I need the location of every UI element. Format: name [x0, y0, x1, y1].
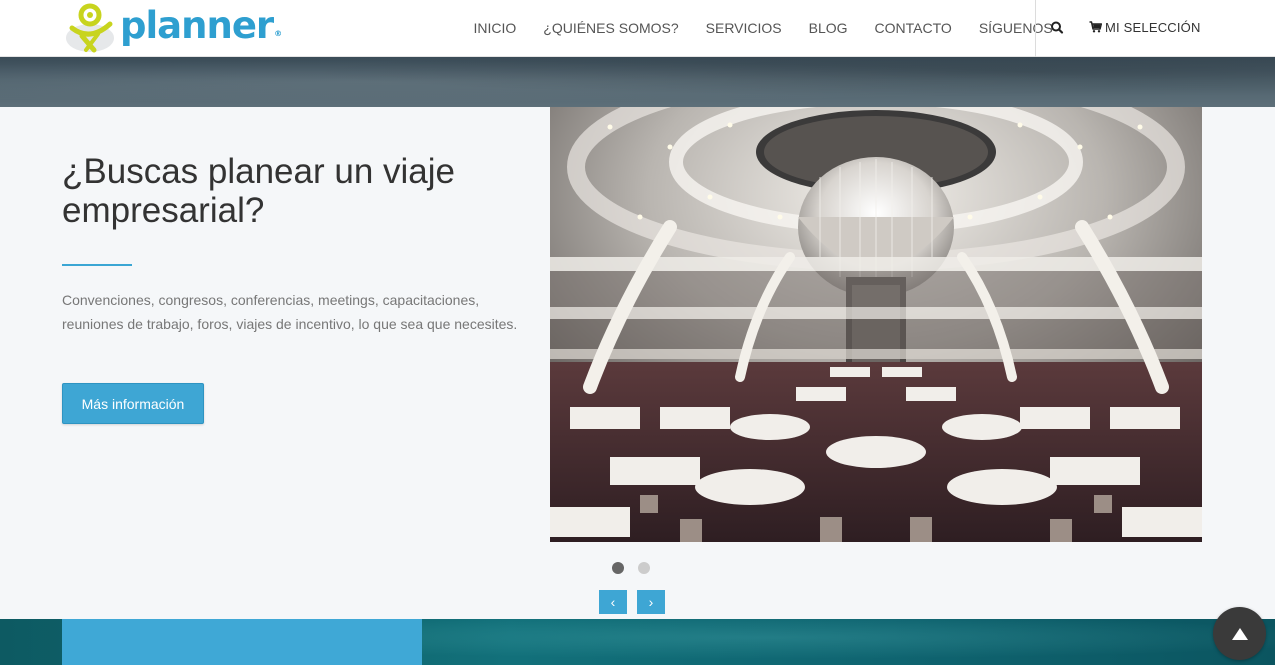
- my-selection-button[interactable]: MI SELECCIÓN: [1089, 17, 1201, 37]
- blue-content-box: [62, 619, 422, 665]
- carousel-slide-image: [550, 107, 1202, 542]
- logo-wordmark: planner®: [120, 4, 282, 47]
- search-button[interactable]: [1046, 17, 1068, 39]
- nav-item-servicios[interactable]: SERVICIOS: [706, 20, 782, 36]
- cart-icon: [1089, 21, 1102, 33]
- hero-description: Convenciones, congresos, conferencias, m…: [62, 292, 518, 332]
- my-selection-label: MI SELECCIÓN: [1105, 19, 1201, 35]
- dining-hall-image: [550, 107, 1202, 542]
- nav-item-quienes-somos[interactable]: ¿QUIÉNES SOMOS?: [543, 20, 678, 36]
- carousel-dot-1[interactable]: [612, 562, 624, 574]
- hero-divider: [62, 264, 132, 266]
- carousel-prev-button[interactable]: ‹: [599, 590, 627, 614]
- hero-title: ¿Buscas planear un viaje empresarial?: [62, 152, 455, 230]
- back-to-top-button[interactable]: [1213, 607, 1266, 660]
- search-icon: [1051, 21, 1064, 34]
- more-info-button[interactable]: Más información: [62, 383, 204, 424]
- nav-item-blog[interactable]: BLOG: [809, 20, 848, 36]
- carousel-dot-2[interactable]: [638, 562, 650, 574]
- carousel-next-button[interactable]: ›: [637, 590, 665, 614]
- site-header: planner® INICIO ¿QUIÉNES SOMOS? SERVICIO…: [0, 0, 1275, 57]
- arrow-up-icon: [1231, 627, 1248, 640]
- nav-divider: [1035, 0, 1036, 57]
- nav-item-siguenos[interactable]: SÍGUENOS: [979, 20, 1053, 36]
- planner-logo[interactable]: planner®: [64, 2, 282, 54]
- nav-item-contacto[interactable]: CONTACTO: [875, 20, 952, 36]
- logo-mark-icon: [66, 3, 114, 53]
- carousel-dots: [612, 562, 664, 574]
- nav-item-inicio[interactable]: INICIO: [474, 20, 517, 36]
- header-background-band: [0, 57, 1275, 107]
- main-nav: INICIO ¿QUIÉNES SOMOS? SERVICIOS BLOG CO…: [460, 0, 1066, 56]
